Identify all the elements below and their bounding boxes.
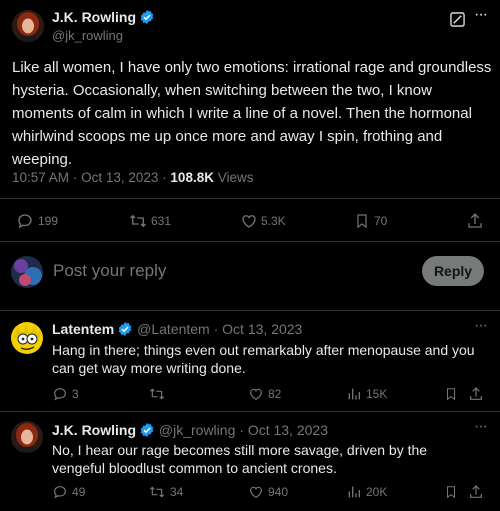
views-count: 20K [366, 485, 388, 499]
repost-action-button[interactable] [148, 386, 166, 402]
bookmark-action-button[interactable] [444, 484, 458, 500]
share-icon [468, 484, 484, 500]
repost-icon [148, 484, 166, 500]
like-action-button[interactable]: 940 [248, 484, 288, 500]
views-action-button[interactable]: 20K [346, 484, 387, 500]
like-action-button[interactable]: 5.3K [240, 212, 286, 230]
divider [0, 411, 500, 412]
bookmark-icon [444, 386, 458, 402]
meta-separator: · [213, 321, 219, 337]
reply-header: Latentem @Latentem · Oct 13, 2023 [52, 321, 302, 340]
tweet-date[interactable]: Oct 13, 2023 [81, 170, 158, 185]
reply-icon [16, 212, 34, 230]
reply-action-button[interactable]: 49 [52, 484, 85, 500]
repost-count: 34 [170, 485, 184, 499]
views-label: Views [217, 170, 254, 185]
share-action-button[interactable] [466, 212, 484, 230]
repost-icon [128, 212, 148, 230]
reply-action-button[interactable]: 199 [16, 212, 58, 230]
bookmark-count: 70 [374, 214, 388, 228]
reply-button[interactable]: Reply [422, 256, 484, 286]
reply-header: J.K. Rowling @jk_rowling · Oct 13, 2023 [52, 422, 328, 441]
more-options-icon[interactable]: ··· [474, 317, 488, 335]
like-count: 5.3K [261, 214, 286, 228]
meta-separator: · [162, 170, 167, 185]
reply-author-name[interactable]: J.K. Rowling [52, 422, 136, 438]
reply-input[interactable]: Post your reply [53, 261, 166, 281]
reply-text: Hang in there; things even out remarkabl… [52, 342, 475, 376]
author-name[interactable]: J.K. Rowling [52, 9, 136, 25]
author-avatar-image [12, 10, 44, 42]
divider [0, 310, 500, 311]
reply-author-avatar[interactable] [11, 421, 43, 453]
verified-badge-icon [139, 422, 155, 441]
meta-separator: · [239, 422, 244, 438]
reply-icon [52, 386, 68, 402]
author-name-row: J.K. Rowling [52, 9, 155, 28]
heart-icon [248, 484, 264, 500]
share-action-button[interactable] [468, 484, 484, 500]
analytics-icon [346, 484, 362, 500]
tweet-time[interactable]: 10:57 AM [12, 170, 69, 185]
grok-icon[interactable] [450, 12, 465, 32]
reply-author-handle[interactable]: @Latentem [137, 321, 210, 337]
reply-author-avatar-image [11, 421, 43, 453]
views-count: 15K [366, 387, 388, 401]
divider [0, 198, 500, 199]
reply-author-avatar[interactable] [11, 322, 43, 354]
share-action-button[interactable] [468, 386, 484, 402]
reply-text: No, I hear our rage becomes still more s… [52, 442, 428, 476]
reply-count: 49 [72, 485, 86, 499]
verified-badge-icon [139, 9, 155, 28]
reply-author-name[interactable]: Latentem [52, 321, 114, 337]
bookmark-icon [444, 484, 458, 500]
more-options-icon[interactable]: ··· [474, 418, 488, 436]
reply-date[interactable]: Oct 13, 2023 [222, 321, 302, 337]
views-action-button[interactable]: 15K [346, 386, 387, 402]
reply-date[interactable]: Oct 13, 2023 [248, 422, 328, 438]
analytics-icon [346, 386, 362, 402]
heart-icon [248, 386, 264, 402]
views-count: 108.8K [170, 170, 214, 185]
more-options-icon[interactable]: ··· [474, 6, 488, 24]
share-icon [468, 386, 484, 402]
bookmark-icon [354, 212, 370, 230]
divider [0, 241, 500, 242]
current-user-avatar[interactable] [11, 256, 43, 288]
reply-author-handle[interactable]: @jk_rowling [159, 422, 235, 438]
repost-action-button[interactable]: 631 [128, 212, 171, 230]
like-count: 940 [268, 485, 289, 499]
bookmark-action-button[interactable] [444, 386, 458, 402]
heart-icon [240, 212, 258, 230]
bookmark-action-button[interactable]: 70 [354, 212, 387, 230]
reply-action-button[interactable]: 3 [52, 386, 79, 402]
reply-author-avatar-image [11, 322, 43, 354]
like-count: 82 [268, 387, 282, 401]
like-action-button[interactable]: 82 [248, 386, 281, 402]
share-icon [466, 212, 484, 230]
reply-count: 199 [38, 214, 59, 228]
author-avatar[interactable] [12, 10, 44, 42]
author-handle[interactable]: @jk_rowling [52, 28, 123, 43]
current-user-avatar-image [11, 256, 43, 288]
meta-separator: · [72, 170, 78, 185]
tweet-text: Like all women, I have only two emotions… [12, 59, 492, 168]
repost-action-button[interactable]: 34 [148, 484, 183, 500]
repost-count: 631 [151, 214, 172, 228]
verified-badge-icon [117, 321, 133, 340]
reply-count: 3 [72, 387, 79, 401]
repost-icon [148, 386, 166, 402]
reply-icon [52, 484, 68, 500]
tweet-meta: 10:57 AM · Oct 13, 2023 · 108.8K Views [12, 170, 254, 185]
